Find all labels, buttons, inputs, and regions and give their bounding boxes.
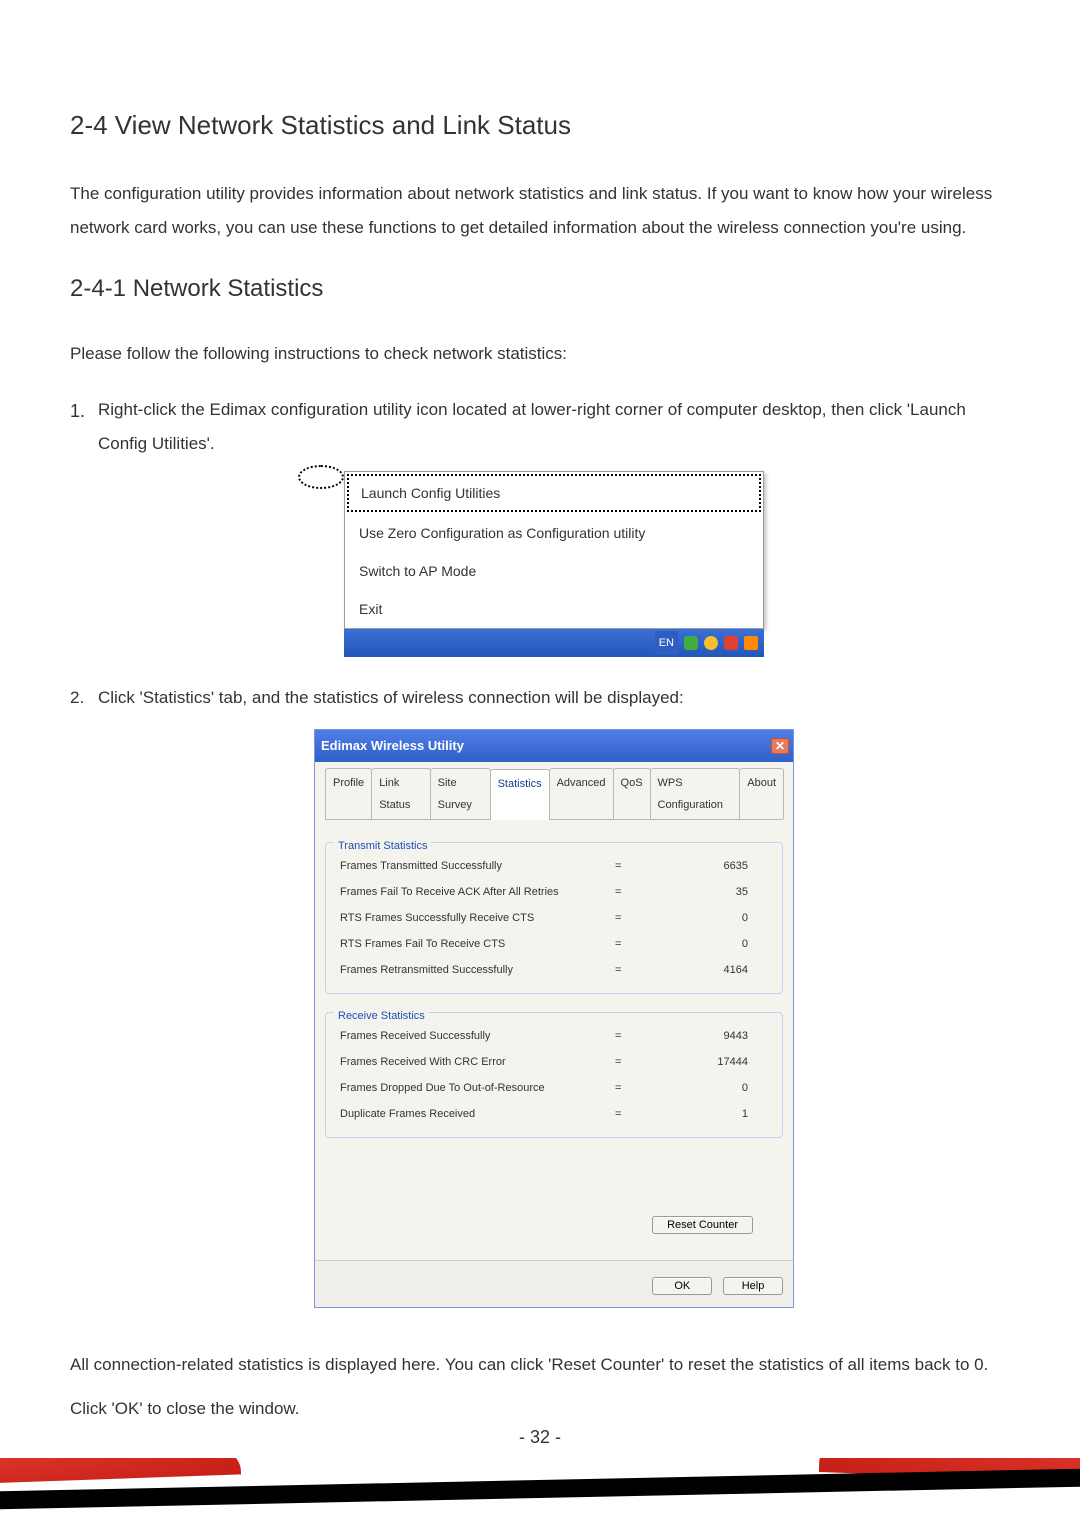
step-text: Right-click the Edimax configuration uti… [98,400,966,453]
tab-statistics[interactable]: Statistics [490,769,550,820]
close-icon[interactable]: ✕ [771,738,789,754]
language-indicator[interactable]: EN [655,631,678,655]
subsection-heading: 2-4-1 Network Statistics [70,275,1010,303]
tab-site-survey[interactable]: Site Survey [430,768,491,819]
tray-icon[interactable] [744,636,758,650]
stat-row: Frames Fail To Receive ACK After All Ret… [340,879,768,905]
stat-value: 9443 [640,1025,768,1047]
tab-link-status[interactable]: Link Status [371,768,430,819]
stat-label: RTS Frames Successfully Receive CTS [340,907,597,929]
tab-advanced[interactable]: Advanced [549,768,614,819]
stat-value: 0 [640,1077,768,1099]
step-2: 2. Click 'Statistics' tab, and the stati… [98,681,1010,1308]
instruction-lead: Please follow the following instructions… [70,337,1010,371]
tray-icon[interactable] [724,636,738,650]
stat-row: RTS Frames Fail To Receive CTS = 0 [340,931,768,957]
group-legend: Receive Statistics [334,1005,429,1027]
stat-value: 35 [640,881,768,903]
context-menu-figure: Launch Config Utilities Use Zero Configu… [344,471,764,657]
closing-paragraph-2: Click 'OK' to close the window. [70,1392,1010,1426]
footer-decoration [0,1458,1080,1528]
equals-sign: = [597,933,640,955]
stat-label: Frames Transmitted Successfully [340,855,597,877]
context-menu: Launch Config Utilities Use Zero Configu… [344,471,764,629]
menu-item-exit[interactable]: Exit [345,590,763,628]
equals-sign: = [597,1103,640,1125]
intro-paragraph: The configuration utility provides infor… [70,177,1010,245]
equals-sign: = [597,907,640,929]
stat-row: Duplicate Frames Received = 1 [340,1101,768,1127]
help-button[interactable]: Help [723,1277,783,1295]
stat-value: 17444 [640,1051,768,1073]
tray-icon-highlight [298,465,344,489]
step-number: 2. [70,681,84,715]
tray-icon[interactable] [704,636,718,650]
stat-label: Frames Received With CRC Error [340,1051,597,1073]
menu-item-launch[interactable]: Launch Config Utilities [347,474,761,512]
step-1: 1. Right-click the Edimax configuration … [98,393,1010,657]
equals-sign: = [597,1025,640,1047]
stat-label: Frames Dropped Due To Out-of-Resource [340,1077,597,1099]
tab-wps[interactable]: WPS Configuration [650,768,741,819]
stat-value: 6635 [640,855,768,877]
equals-sign: = [597,1051,640,1073]
stat-value: 0 [640,933,768,955]
statistics-dialog: Edimax Wireless Utility ✕ Profile Link S… [314,729,794,1308]
equals-sign: = [597,855,640,877]
tab-about[interactable]: About [739,768,784,819]
reset-counter-button[interactable]: Reset Counter [652,1216,753,1234]
tab-strip: Profile Link Status Site Survey Statisti… [325,768,783,820]
tab-qos[interactable]: QoS [613,768,651,819]
closing-paragraph-1: All connection-related statistics is dis… [70,1348,1010,1382]
tray-icon[interactable] [684,636,698,650]
section-heading: 2-4 View Network Statistics and Link Sta… [70,110,1010,141]
stat-label: Frames Fail To Receive ACK After All Ret… [340,881,597,903]
stat-label: RTS Frames Fail To Receive CTS [340,933,597,955]
step-text: Click 'Statistics' tab, and the statisti… [98,688,684,707]
equals-sign: = [597,1077,640,1099]
stat-row: RTS Frames Successfully Receive CTS = 0 [340,905,768,931]
menu-item-zero-config[interactable]: Use Zero Configuration as Configuration … [345,514,763,552]
stat-value: 4164 [640,959,768,981]
menu-item-switch-ap[interactable]: Switch to AP Mode [345,552,763,590]
stat-row: Frames Dropped Due To Out-of-Resource = … [340,1075,768,1101]
dialog-titlebar: Edimax Wireless Utility ✕ [315,730,793,762]
equals-sign: = [597,881,640,903]
stat-label: Duplicate Frames Received [340,1103,597,1125]
page-number: - 32 - [0,1427,1080,1448]
transmit-group: Transmit Statistics Frames Transmitted S… [325,842,783,994]
group-legend: Transmit Statistics [334,835,431,857]
step-number: 1. [70,393,85,429]
dialog-title-text: Edimax Wireless Utility [321,733,464,759]
stat-label: Frames Retransmitted Successfully [340,959,597,981]
equals-sign: = [597,959,640,981]
stat-value: 1 [640,1103,768,1125]
stat-row: Frames Received With CRC Error = 17444 [340,1049,768,1075]
receive-group: Receive Statistics Frames Received Succe… [325,1012,783,1138]
stat-value: 0 [640,907,768,929]
tab-profile[interactable]: Profile [325,768,372,819]
stat-label: Frames Received Successfully [340,1025,597,1047]
stat-row: Frames Retransmitted Successfully = 4164 [340,957,768,983]
system-tray: EN [344,629,764,657]
ok-button[interactable]: OK [652,1277,712,1295]
